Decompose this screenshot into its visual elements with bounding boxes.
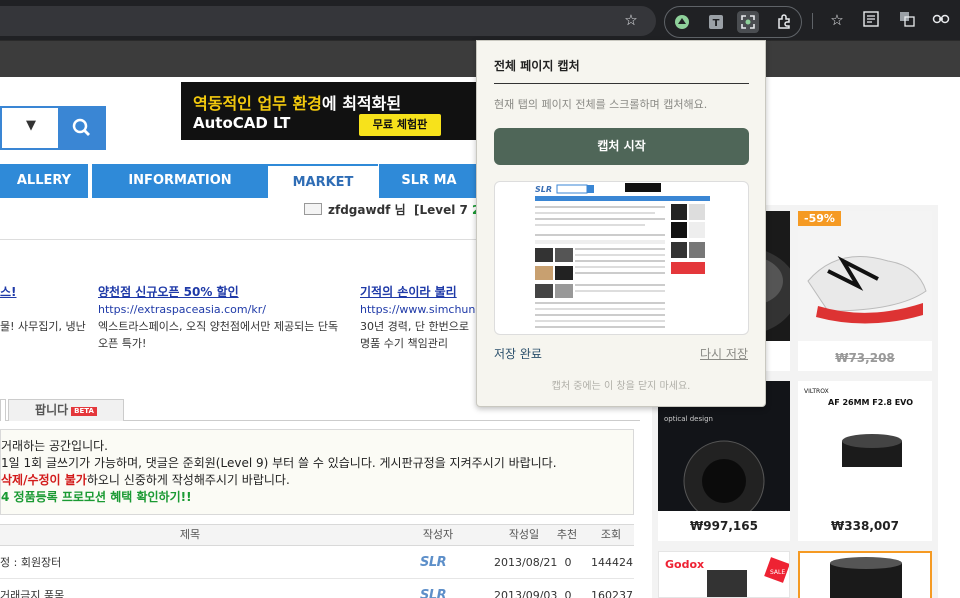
table-row[interactable]: 거래금지 품목 SLR 2013/09/03 0 160237: [0, 579, 634, 598]
product-image-lens-black: [800, 553, 930, 598]
save-again-link[interactable]: 다시 저장: [700, 345, 748, 362]
search-button[interactable]: [58, 106, 106, 150]
header-views: 조회: [600, 528, 622, 541]
row-title[interactable]: 정 : 회원장터: [0, 546, 61, 579]
nav-slr-market[interactable]: SLR MA: [379, 164, 479, 198]
optical-caption: optical design: [664, 415, 713, 423]
capture-preview-thumbnail[interactable]: SLR: [494, 181, 749, 335]
product-card[interactable]: -59% ₩73,208: [798, 211, 932, 371]
board-notice: 거래하는 공간입니다. 1일 1회 글쓰기가 가능하며, 댓글은 준회원(Lev…: [0, 429, 634, 515]
promo-url-3[interactable]: https://www.simchung: [360, 303, 482, 316]
address-bar[interactable]: ☆: [0, 6, 656, 36]
header-date: 작성일: [508, 528, 540, 541]
lens-brand: VILTROX: [804, 388, 829, 395]
popup-divider: [494, 83, 749, 84]
extension-group: T: [664, 6, 802, 38]
screen-capture-extension-icon[interactable]: [737, 11, 759, 33]
product-card[interactable]: VILTROX AF 26MM F2.8 EVO ₩338,007: [798, 381, 932, 541]
row-likes: 0: [564, 589, 572, 598]
product-image-godox: Godox SALE: [658, 551, 790, 598]
promo-desc-3: 30년 경력, 단 한번으로 명품 수기 책임관리: [360, 320, 469, 350]
extension-icon[interactable]: [671, 11, 693, 33]
search-category-select[interactable]: ▼: [0, 106, 58, 150]
promo-title-3[interactable]: 기적의 손이라 불리: [360, 283, 457, 300]
ad-headline: 역동적인 업무 환경에 최적화된: [193, 94, 402, 113]
nav-gallery[interactable]: ALLERY: [0, 164, 88, 198]
notice-line-2: 1일 1회 글쓰기가 가능하며, 댓글은 준회원(Level 9) 부터 쓸 수…: [1, 456, 557, 470]
row-date: 2013/08/21: [494, 556, 558, 569]
row-title[interactable]: 거래금지 품목: [0, 579, 64, 598]
svg-text:T: T: [713, 18, 720, 29]
notice-line-1: 거래하는 공간입니다.: [1, 439, 108, 453]
product-image-sneaker: [798, 211, 932, 341]
star-bookmark-icon[interactable]: ☆: [620, 10, 642, 32]
popup-description: 현재 탭의 페이지 전체를 스크롤하며 캡처해요.: [494, 98, 708, 111]
discount-badge: -59%: [798, 211, 841, 226]
promo-title-1[interactable]: 스!: [0, 283, 17, 300]
product-price: ₩997,165: [690, 519, 758, 533]
row-likes: 0: [564, 556, 572, 569]
row-views: 144424: [591, 556, 633, 569]
bookmark-star-icon[interactable]: ☆: [826, 10, 848, 32]
product-price: ₩73,208: [835, 351, 895, 365]
tab-prev[interactable]: [0, 399, 6, 421]
row-date: 2013/09/03: [494, 589, 558, 598]
header-title: 제목: [179, 528, 201, 541]
mail-icon[interactable]: [304, 203, 322, 215]
browser-toolbar: ☆ T ☆: [0, 0, 960, 40]
lens-model: AF 26MM F2.8 EVO: [828, 398, 913, 407]
promo-desc-2: 엑스트라스페이스, 오직 양천점에서만 제공되는 단독 오픈 특가!: [98, 320, 339, 350]
user-info: zfdgawdf 님 [Level 7 2,: [304, 201, 485, 218]
ad-cta-button[interactable]: 무료 체험판: [359, 114, 441, 136]
start-capture-button[interactable]: 캡처 시작: [494, 128, 749, 165]
dropdown-arrow-icon: ▼: [26, 118, 36, 133]
text-extension-icon[interactable]: T: [705, 11, 727, 33]
sale-tag: SALE: [770, 569, 785, 576]
search-icon: [72, 118, 90, 136]
nav-market[interactable]: MARKET: [268, 164, 378, 198]
capture-popup: 전체 페이지 캡처 현재 탭의 페이지 전체를 스크롤하며 캡처해요. 캡처 시…: [476, 40, 766, 407]
autocad-ad-banner[interactable]: 역동적인 업무 환경에 최적화된 AutoCAD LT 무료 체험판: [181, 82, 477, 140]
notice-line-4-link[interactable]: 4 정품등록 프로모션 혜택 확인하기!!: [1, 489, 633, 506]
product-price: ₩338,007: [831, 519, 899, 533]
godox-brand: Godox: [665, 558, 704, 571]
header-author: 작성자: [422, 528, 454, 541]
save-status: 저장 완료: [494, 347, 542, 361]
product-card[interactable]: [798, 551, 932, 598]
puzzle-extensions-icon[interactable]: [773, 11, 795, 33]
promo-title-2[interactable]: 양천점 신규오픈 50% 할인: [98, 283, 239, 300]
reading-list-icon[interactable]: [860, 10, 882, 32]
beta-badge: BETA: [71, 407, 97, 416]
promo-url-2[interactable]: https://extraspaceasia.com/kr/: [98, 303, 266, 316]
svg-text:SLR: SLR: [535, 185, 552, 194]
nav-information[interactable]: INFORMATION: [92, 164, 268, 198]
ad-product-name: AutoCAD LT: [193, 114, 291, 132]
table-row[interactable]: 정 : 회원장터 SLR 2013/08/21 0 144424: [0, 546, 634, 579]
translate-icon[interactable]: [896, 10, 918, 32]
product-image-viltrox: VILTROX AF 26MM F2.8 EVO: [798, 381, 932, 511]
link-icon[interactable]: [930, 10, 952, 32]
header-likes: 추천: [556, 528, 578, 541]
popup-footer-note: 캡처 중에는 이 창을 닫지 마세요.: [551, 381, 691, 392]
notice-line-3: 삭제/수정이 불가하오니 신중하게 작성해주시기 바랍니다.: [1, 473, 290, 487]
popup-title: 전체 페이지 캡처: [494, 59, 580, 73]
slr-author-logo: SLR: [420, 588, 447, 598]
tab-sell[interactable]: 팝니다 BETA: [8, 399, 124, 421]
table-header: 제목 작성자 작성일 추천 조회: [0, 524, 634, 546]
row-views: 160237: [591, 589, 633, 598]
toolbar-divider: [812, 13, 813, 29]
product-card[interactable]: Godox SALE: [658, 551, 790, 598]
slr-author-logo: SLR: [420, 555, 447, 570]
